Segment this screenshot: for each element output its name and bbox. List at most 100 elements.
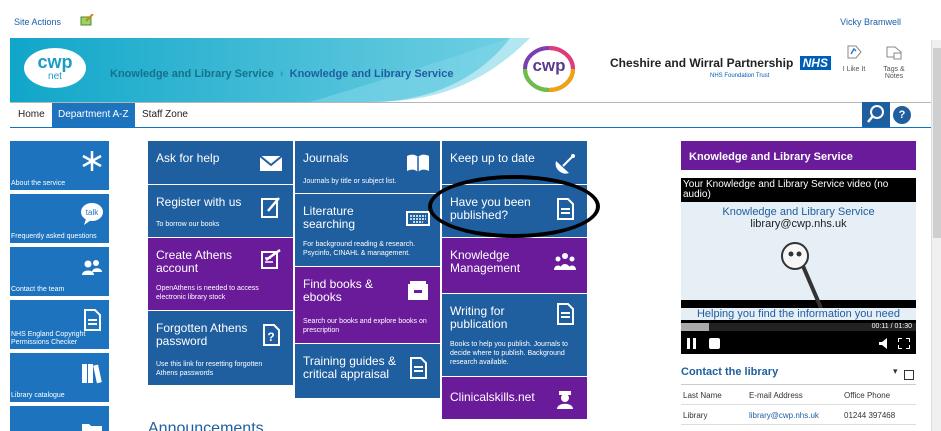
tile-title: Knowledge Management: [450, 248, 521, 275]
tile-title: Register with us: [156, 195, 242, 209]
site-actions-menu[interactable]: Site Actions: [14, 17, 61, 27]
tile-description: Journals by title or subject list.: [303, 178, 397, 185]
tile-writing-for-publication[interactable]: Writing for publication Books to help yo…: [442, 294, 587, 376]
volume-icon[interactable]: [879, 338, 891, 349]
tile-description: Search our books and explore books on pr…: [303, 318, 427, 334]
quicklink-label: About the service: [11, 180, 66, 187]
table-row: Library library@cwp.nhs.uk 01244 397468: [681, 405, 916, 425]
top-navigation: Home Department A-Z Staff Zone: [10, 102, 931, 128]
tile-clinicalskills[interactable]: Clinicalskills.net: [442, 377, 587, 419]
video-player[interactable]: Your Knowledge and Library Service video…: [681, 178, 916, 354]
envelope-icon: [259, 155, 283, 171]
nurse-icon: [557, 391, 573, 409]
breadcrumb-current: Knowledge and Library Service: [289, 68, 454, 80]
tile-create-athens[interactable]: Create Athens account OpenAthens is need…: [148, 238, 293, 310]
satellite-dish-icon: [555, 154, 575, 174]
cwp-logo: cwp: [532, 56, 566, 75]
tab-staff-zone[interactable]: Staff Zone: [136, 103, 194, 127]
tile-title: Find books & ebooks: [303, 277, 374, 304]
quicklink-catalogue[interactable]: Library catalogue: [10, 353, 109, 402]
stop-icon[interactable]: [709, 338, 720, 349]
edit-page-icon[interactable]: [80, 14, 94, 26]
breadcrumb-link[interactable]: Knowledge and Library Service: [110, 68, 274, 80]
video-email: library@cwp.nhs.uk: [750, 218, 847, 230]
tile-description: Use this link for resetting forgotten At…: [156, 361, 263, 377]
tile-title: Ask for help: [156, 151, 220, 165]
page-scrollbar[interactable]: [931, 40, 941, 431]
quicklink-copyright-checker[interactable]: NHS England Copyright Permissions Checke…: [10, 300, 109, 349]
highlight-ellipse: [428, 175, 600, 238]
tile-training-guides[interactable]: Training guides & critical appraisal: [295, 344, 440, 398]
scrollbar-thumb[interactable]: [933, 48, 941, 238]
column-header[interactable]: E-mail Address: [749, 391, 803, 400]
tile-title: Clinicalskills.net: [450, 390, 535, 404]
announcements-heading: Announcements: [148, 420, 264, 431]
svg-text:talk: talk: [86, 208, 99, 217]
user-menu[interactable]: Vicky Bramwell: [840, 17, 901, 27]
tile-journals[interactable]: Journals Journals by title or subject li…: [295, 141, 440, 193]
quicklink-faq[interactable]: talk Frequently asked questions: [10, 194, 109, 243]
tile-find-books[interactable]: Find books & ebooks Search our books and…: [295, 267, 440, 343]
side-panel-title: Knowledge and Library Service: [681, 141, 916, 170]
tile-description: OpenAthens is needed to access electroni…: [156, 285, 259, 301]
quicklink-partial[interactable]: [10, 406, 109, 431]
tab-department-a-z[interactable]: Department A-Z: [52, 103, 135, 127]
table-cell: Library: [683, 411, 708, 420]
like-button[interactable]: I Like It: [840, 44, 868, 73]
tile-description: To borrow our books: [156, 221, 220, 228]
trust-name: NHS Foundation Trust: [710, 73, 770, 79]
tile-knowledge-management[interactable]: Knowledge Management: [442, 238, 587, 293]
card-catalogue-icon: [408, 281, 428, 300]
tile-ask-for-help[interactable]: Ask for help: [148, 141, 293, 184]
tile-title: Keep up to date: [450, 151, 535, 165]
question-document-icon: ?: [263, 324, 280, 346]
contact-library-title[interactable]: Contact the library: [681, 366, 778, 378]
search-button[interactable]: [862, 102, 890, 127]
contact-table: Last Name E-mail Address Office Phone Li…: [681, 384, 916, 425]
tile-literature-searching[interactable]: Literature searching For background read…: [295, 194, 440, 266]
quicklink-about[interactable]: About the service: [10, 141, 109, 190]
tile-register[interactable]: Register with us To borrow our books: [148, 185, 293, 237]
tags-notes-button[interactable]: Tags & Notes: [878, 44, 910, 80]
quicklink-label: Contact the team: [11, 286, 65, 293]
video-tagline: Helping you find the information you nee…: [681, 308, 916, 320]
table-header-row: Last Name E-mail Address Office Phone: [681, 385, 916, 405]
nhs-logo: NHS: [799, 56, 831, 70]
pause-icon[interactable]: [687, 338, 697, 349]
tile-title: Literature searching: [303, 204, 356, 231]
tile-title: Create Athens account: [156, 248, 233, 275]
cwpnet-logo[interactable]: cwp net: [24, 48, 86, 88]
breadcrumb: Knowledge and Library Service › Knowledg…: [110, 68, 453, 80]
tab-home[interactable]: Home: [12, 103, 51, 127]
quicklink-contact-team[interactable]: Contact the team: [10, 247, 109, 296]
tile-title: Training guides & critical appraisal: [303, 354, 396, 381]
like-label: I Like It: [842, 66, 866, 73]
document-icon: [557, 303, 574, 325]
partnership-text: Cheshire and Wirral Partnership: [610, 56, 794, 70]
tile-forgotten-password[interactable]: Forgotten Athens password Use this link …: [148, 311, 293, 385]
table-cell: 01244 397468: [844, 411, 896, 420]
team-icon: [554, 253, 576, 270]
register-form-icon: [261, 197, 280, 218]
tile-title: Journals: [303, 151, 349, 165]
logo-subtext: net: [48, 71, 62, 82]
webpart-select-checkbox[interactable]: [904, 370, 914, 380]
talk-bubble-icon: talk: [81, 203, 103, 225]
email-link[interactable]: library@cwp.nhs.uk: [749, 411, 819, 420]
svg-text:?: ?: [267, 330, 274, 344]
column-header[interactable]: Last Name: [683, 391, 722, 400]
logo-text: cwp: [37, 52, 73, 72]
video-title: Your Knowledge and Library Service video…: [683, 179, 889, 200]
help-button[interactable]: ?: [893, 106, 911, 124]
breadcrumb-separator: ›: [279, 68, 284, 80]
fullscreen-icon[interactable]: [898, 338, 910, 349]
like-tag-icon: [847, 45, 862, 59]
webpart-menu-arrow[interactable]: ▾: [893, 366, 898, 377]
column-header[interactable]: Office Phone: [844, 391, 890, 400]
top-bar: Site Actions Vicky Bramwell: [0, 0, 941, 38]
tags-label: Tags & Notes: [883, 66, 905, 80]
tile-title: Forgotten Athens password: [156, 321, 248, 348]
tile-description: Books to help you publish. Journals to d…: [450, 341, 568, 366]
video-heading: Knowledge and Library Service: [722, 206, 875, 218]
people-icon: [82, 260, 102, 275]
